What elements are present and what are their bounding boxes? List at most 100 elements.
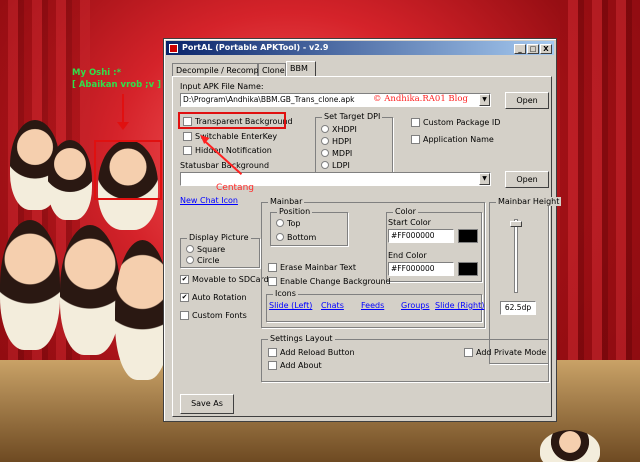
mainbar-title: Mainbar	[268, 197, 305, 206]
idol-figure	[48, 140, 92, 220]
settings-layout-title: Settings Layout	[268, 334, 335, 343]
dropdown-arrow-icon[interactable]: ▼	[479, 94, 490, 106]
checkbox-box	[183, 146, 192, 155]
checkbox-box	[183, 132, 192, 141]
end-color-input[interactable]: #FF000000	[388, 262, 454, 276]
checkbox-box	[464, 348, 473, 357]
radio-circle	[321, 125, 329, 133]
idol-figure	[115, 240, 170, 380]
enable-change-bg-checkbox[interactable]: Enable Change Background	[268, 277, 391, 286]
dpi-label: XHDPI	[332, 125, 357, 134]
start-color-input[interactable]: #FF000000	[388, 229, 454, 243]
annotation-oshi: My Oshi :*	[72, 68, 122, 78]
input-apk-value: D:\Program\Andhika\BBM.GB_Trans_clone.ap…	[183, 95, 355, 104]
icons-title: Icons	[273, 289, 298, 298]
radio-circle	[186, 245, 194, 253]
position-label: Top	[287, 219, 301, 228]
custom-package-label: Custom Package ID	[423, 118, 501, 127]
radio-circle	[276, 219, 284, 227]
add-private-checkbox[interactable]: Add Private Mode	[464, 348, 546, 357]
erase-mainbar-text-checkbox[interactable]: Erase Mainbar Text	[268, 263, 356, 272]
settings-layout-group: Settings Layout Add Reload Button Add Ab…	[261, 334, 549, 382]
icon-link-chats[interactable]: Chats	[321, 301, 344, 310]
icon-link-slide-right[interactable]: Slide (Right)	[435, 301, 484, 310]
radio-circle	[321, 137, 329, 145]
checkbox-box	[268, 263, 277, 272]
minimize-button[interactable]: _	[514, 44, 526, 54]
dpi-xhdpi-radio[interactable]: XHDPI	[321, 125, 357, 134]
dp-square-radio[interactable]: Square	[186, 245, 225, 254]
dp-circle-radio[interactable]: Circle	[186, 256, 219, 265]
centang-text: Centang	[216, 183, 254, 193]
window-title: PortAL (Portable APKTool) - v2.9	[182, 43, 329, 52]
target-dpi-group: Set Target DPI XHDPI HDPI MDPI LDPI	[315, 112, 393, 173]
mainbar-position-group: Position Top Bottom	[270, 207, 348, 246]
icon-link-feeds[interactable]: Feeds	[361, 301, 384, 310]
mainbar-color-group: Color Start Color #FF000000 End Color #F…	[386, 207, 482, 282]
add-reload-label: Add Reload Button	[280, 348, 355, 357]
auto-rotation-checkbox[interactable]: ✔ Auto Rotation	[180, 293, 247, 302]
statusbar-open-button[interactable]: Open	[505, 171, 549, 188]
height-value-field[interactable]: 62.5dp	[500, 301, 536, 315]
add-reload-checkbox[interactable]: Add Reload Button	[268, 348, 355, 357]
app-icon	[169, 44, 178, 53]
dpi-mdpi-radio[interactable]: MDPI	[321, 149, 352, 158]
dpi-label: HDPI	[332, 137, 352, 146]
application-name-label: Application Name	[423, 135, 494, 144]
icon-link-slide-left[interactable]: Slide (Left)	[269, 301, 312, 310]
mainbar-group: Mainbar Position Top Bottom Color Start …	[261, 197, 485, 328]
position-label: Bottom	[287, 233, 317, 242]
title-bar[interactable]: PortAL (Portable APKTool) - v2.9 _ □ X	[166, 41, 554, 55]
mainbar-height-title: Mainbar Height	[496, 197, 562, 206]
tab-clone[interactable]: Clone	[258, 63, 286, 77]
dp-label: Circle	[197, 256, 220, 265]
open-apk-button[interactable]: Open	[505, 92, 549, 109]
icon-link-groups[interactable]: Groups	[401, 301, 430, 310]
height-slider-thumb[interactable]	[510, 221, 522, 227]
save-as-button[interactable]: Save As	[180, 394, 234, 414]
radio-circle	[321, 161, 329, 169]
idol-figure	[540, 430, 600, 462]
oshi-highlight-box	[94, 140, 162, 200]
radio-circle	[276, 233, 284, 241]
maximize-button[interactable]: □	[527, 44, 539, 54]
idol-figure	[60, 225, 120, 355]
start-color-swatch[interactable]	[458, 229, 478, 243]
position-top-radio[interactable]: Top	[276, 219, 301, 228]
checkbox-box	[268, 277, 277, 286]
dpi-ldpi-radio[interactable]: LDPI	[321, 161, 350, 170]
movable-sdcard-checkbox[interactable]: ✔ Movable to SDCard	[180, 275, 269, 284]
hidden-notification-checkbox[interactable]: Hidden Notification	[183, 146, 272, 155]
position-bottom-radio[interactable]: Bottom	[276, 233, 316, 242]
height-slider-track[interactable]	[514, 219, 518, 293]
display-picture-title: Display Picture	[187, 233, 251, 242]
annotation-arrow	[122, 94, 124, 124]
annotation-ignore: [ Abaikan vrob ;v ]	[72, 80, 161, 90]
checkbox-box	[268, 361, 277, 370]
custom-fonts-checkbox[interactable]: Custom Fonts	[180, 311, 247, 320]
annotation-arrowhead	[117, 122, 129, 130]
checkbox-box	[411, 135, 420, 144]
display-picture-group: Display Picture Square Circle	[180, 233, 260, 268]
add-about-checkbox[interactable]: Add About	[268, 361, 322, 370]
dpi-label: LDPI	[332, 161, 350, 170]
tab-bbm[interactable]: BBM	[286, 61, 316, 77]
tab-decompile[interactable]: Decompile / Recompile	[172, 63, 268, 77]
add-private-label: Add Private Mode	[476, 348, 547, 357]
input-apk-label: Input APK File Name:	[180, 82, 264, 91]
custom-package-checkbox[interactable]: Custom Package ID	[411, 118, 500, 127]
application-name-checkbox[interactable]: Application Name	[411, 135, 494, 144]
dropdown-arrow-icon[interactable]: ▼	[479, 173, 490, 185]
radio-circle	[321, 149, 329, 157]
idol-figure	[0, 220, 60, 350]
auto-rotation-label: Auto Rotation	[192, 293, 247, 302]
close-button[interactable]: X	[540, 44, 552, 54]
checkmark-icon: ✔	[180, 293, 189, 302]
new-chat-icon-link[interactable]: New Chat Icon	[180, 196, 238, 205]
end-color-label: End Color	[388, 251, 427, 260]
checkbox-box	[268, 348, 277, 357]
enable-change-bg-label: Enable Change Background	[280, 277, 391, 286]
end-color-swatch[interactable]	[458, 262, 478, 276]
dp-label: Square	[197, 245, 226, 254]
dpi-hdpi-radio[interactable]: HDPI	[321, 137, 351, 146]
